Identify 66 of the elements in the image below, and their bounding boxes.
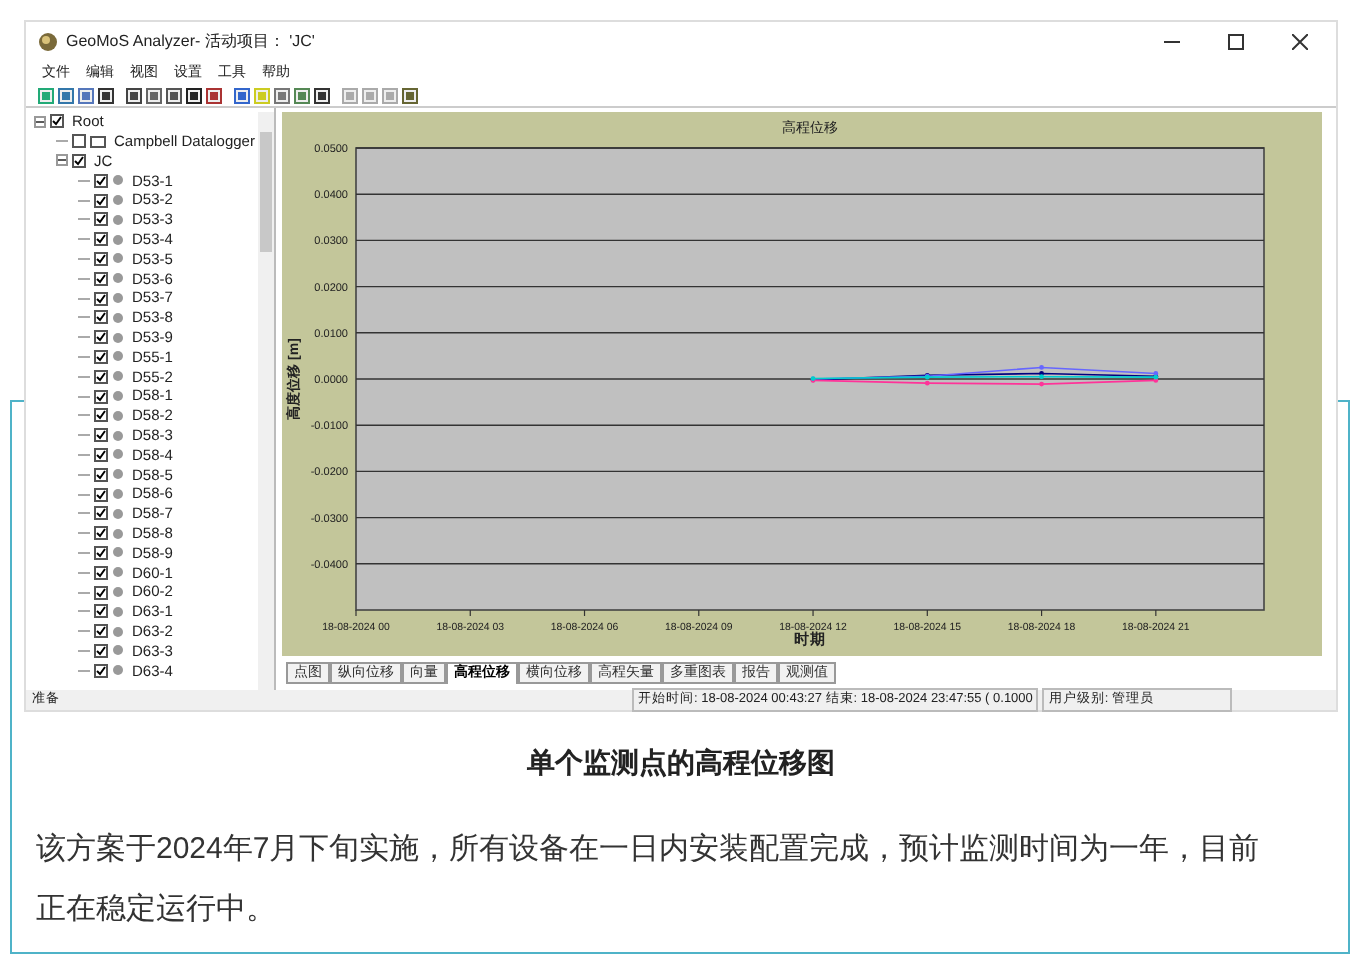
point-icon xyxy=(112,272,124,285)
point-icon xyxy=(112,586,124,599)
window-title: GeoMoS Analyzer- 活动项目： 'JC' xyxy=(66,30,315,54)
tree-checkbox[interactable] xyxy=(94,565,108,580)
point-icon xyxy=(112,448,124,461)
tree-checkbox[interactable] xyxy=(94,506,108,521)
tree-checkbox[interactable] xyxy=(94,447,108,462)
point-icon xyxy=(112,527,124,540)
tree-checkbox[interactable] xyxy=(94,487,108,502)
tree-checkbox[interactable] xyxy=(94,428,108,443)
data-point xyxy=(810,376,816,381)
point-icon xyxy=(112,194,124,207)
point-icon xyxy=(112,566,124,579)
close-icon[interactable] xyxy=(1292,34,1308,50)
article-paragraph: 该方案于2024年7月下旬实施，所有设备在一日内安装配置完成，预计监测时间为一年，目前正在稳定运行中。 xyxy=(36,830,1262,930)
tree-checkbox[interactable] xyxy=(94,232,108,247)
point-icon xyxy=(112,390,124,403)
point-icon xyxy=(112,292,124,305)
point-icon xyxy=(112,429,124,442)
scrollbar[interactable] xyxy=(258,112,274,690)
tree-checkbox[interactable] xyxy=(94,369,108,384)
tree-checkbox[interactable] xyxy=(94,271,108,286)
tree-checkbox[interactable] xyxy=(94,291,108,306)
tree-checkbox[interactable] xyxy=(72,134,86,149)
figure-caption: 单个监测点的高程位移图 xyxy=(527,746,835,778)
tree-checkbox[interactable] xyxy=(94,310,108,325)
tree-checkbox[interactable] xyxy=(94,212,108,227)
point-icon xyxy=(112,468,124,481)
tree-checkbox[interactable] xyxy=(94,349,108,364)
point-icon xyxy=(112,311,124,324)
point-icon xyxy=(112,507,124,520)
tree-checkbox[interactable] xyxy=(50,114,64,129)
point-icon xyxy=(112,213,124,226)
tree-checkbox[interactable] xyxy=(94,643,108,658)
tree-checkbox[interactable] xyxy=(94,604,108,619)
point-icon xyxy=(112,644,124,657)
point-icon xyxy=(112,174,124,187)
expander-icon[interactable] xyxy=(56,154,68,167)
app-logo-icon xyxy=(38,32,58,52)
tree-checkbox[interactable] xyxy=(94,408,108,423)
device-icon xyxy=(90,135,106,148)
point-icon xyxy=(112,370,124,383)
point-icon xyxy=(112,252,124,265)
point-icon xyxy=(112,625,124,638)
tree-checkbox[interactable] xyxy=(94,663,108,678)
point-icon xyxy=(112,546,124,559)
tree-checkbox[interactable] xyxy=(94,330,108,345)
tree-checkbox[interactable] xyxy=(94,251,108,266)
tree-checkbox[interactable] xyxy=(94,526,108,541)
point-icon xyxy=(112,488,124,501)
point-icon xyxy=(112,331,124,344)
tree-checkbox[interactable] xyxy=(94,624,108,639)
point-icon xyxy=(112,409,124,422)
point-icon xyxy=(112,350,124,363)
maximize-icon[interactable] xyxy=(1228,34,1244,50)
tree-checkbox[interactable] xyxy=(94,545,108,560)
tree-checkbox[interactable] xyxy=(94,585,108,600)
tree-checkbox[interactable] xyxy=(94,389,108,404)
tree-checkbox[interactable] xyxy=(94,193,108,208)
tree-checkbox[interactable] xyxy=(94,467,108,482)
point-icon xyxy=(112,664,124,677)
point-icon xyxy=(112,605,124,618)
tree-checkbox[interactable] xyxy=(94,173,108,188)
point-icon xyxy=(112,233,124,246)
expander-icon[interactable] xyxy=(34,115,46,128)
tree-checkbox[interactable] xyxy=(72,153,86,168)
